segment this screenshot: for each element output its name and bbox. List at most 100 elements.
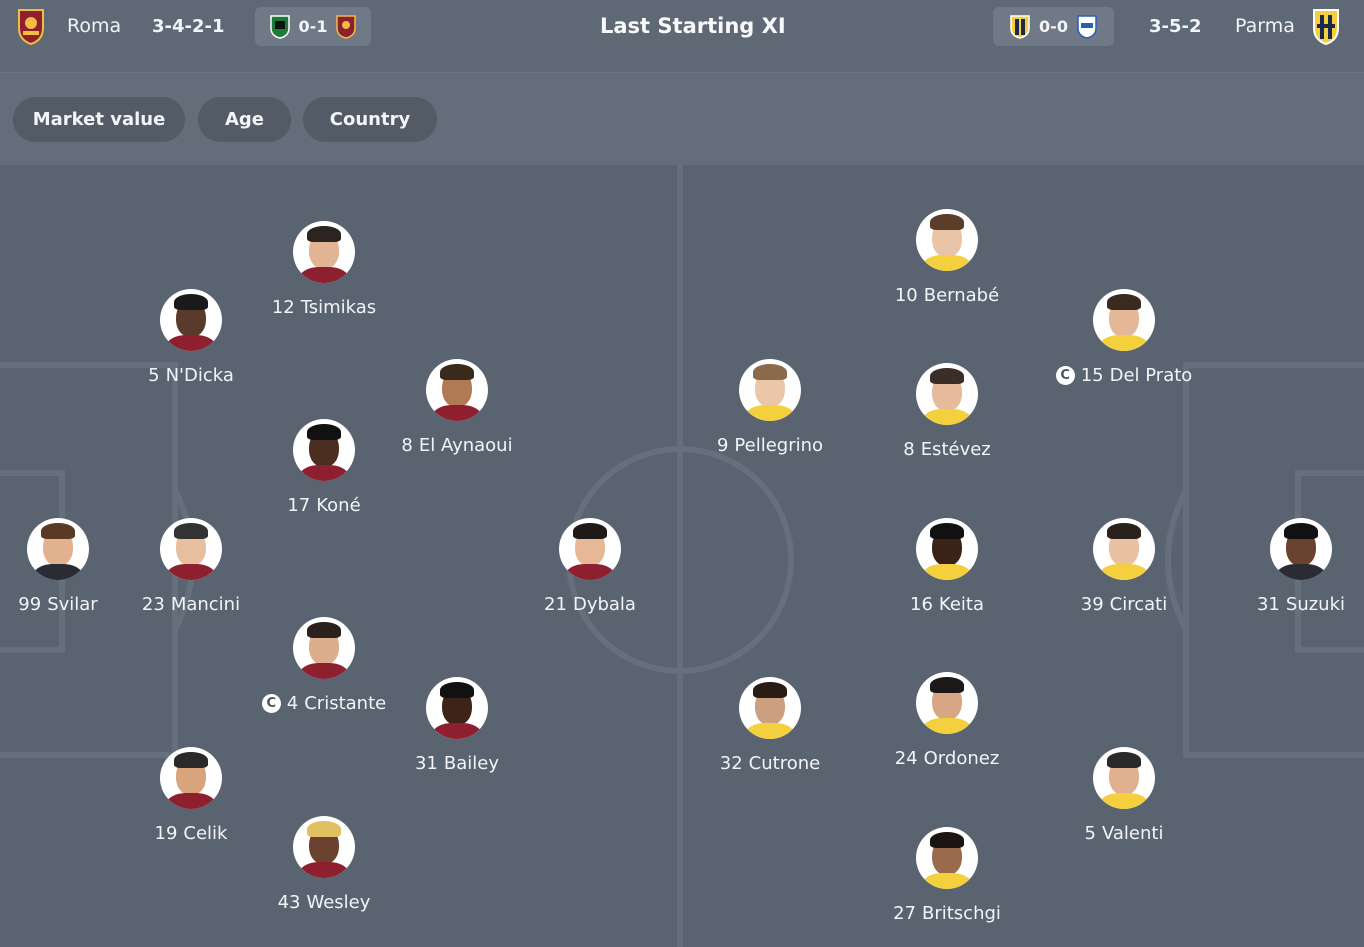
player-number: 4 (286, 693, 299, 714)
player-avatar (160, 518, 222, 580)
home-formation: 3-4-2-1 (152, 15, 225, 37)
player-home-bailey[interactable]: 31 Bailey (367, 677, 547, 774)
parma-crest-icon[interactable] (1311, 0, 1341, 52)
player-avatar (293, 419, 355, 481)
player-name: Koné (316, 495, 361, 516)
player-name: Valenti (1101, 823, 1164, 844)
match-header: Roma 3-4-2-1 0-1 Last Starting XI 0-0 3-… (0, 0, 1364, 73)
player-name: Cutrone (748, 753, 821, 774)
player-number: 39 (1080, 594, 1104, 615)
player-avatar (916, 518, 978, 580)
filter-age-button[interactable]: Age (198, 97, 291, 142)
player-avatar (916, 672, 978, 734)
filter-bar: Market value Age Country (0, 73, 1364, 165)
player-avatar (1270, 518, 1332, 580)
player-avatar (293, 221, 355, 283)
player-name: Dybala (572, 594, 636, 615)
player-number: 32 (719, 753, 743, 774)
player-name: Ordonez (923, 748, 1000, 769)
home-last-result-score: 0-1 (298, 17, 328, 36)
roma-crest-icon[interactable] (16, 0, 46, 52)
player-away-cutrone[interactable]: 32 Cutrone (680, 677, 860, 774)
como-crest-icon (1077, 14, 1097, 39)
player-number: 23 (141, 594, 165, 615)
player-name: Suzuki (1285, 594, 1346, 615)
player-avatar (426, 677, 488, 739)
away-team-name[interactable]: Parma (1235, 15, 1295, 37)
pitch: 99 Svilar 23 Mancini 5 N'Dicka 19 Celik 12 Ts… (0, 165, 1364, 947)
player-name: Keita (938, 594, 984, 615)
player-away-britschgi[interactable]: 27 Britschgi (857, 827, 1037, 924)
player-number: 21 (544, 594, 567, 615)
page-title: Last Starting XI (600, 14, 786, 38)
player-number: 19 (154, 823, 178, 844)
filter-market-value-button[interactable]: Market value (13, 97, 185, 142)
player-number: 31 (1256, 594, 1280, 615)
player-name: Bailey (443, 753, 499, 774)
player-number: 17 (287, 495, 311, 516)
player-home-tsimikas[interactable]: 12 Tsimikas (234, 221, 414, 318)
parma-mini-crest-icon (1010, 14, 1030, 39)
player-avatar (27, 518, 89, 580)
player-name: Pellegrino (734, 435, 824, 456)
away-last-result-score: 0-0 (1039, 17, 1068, 36)
player-number: 15 (1080, 365, 1104, 386)
player-number: 31 (414, 753, 438, 774)
player-away-suzuki[interactable]: 31 Suzuki (1211, 518, 1364, 615)
player-number: 12 (271, 297, 295, 318)
player-away-circati[interactable]: 39 Circati (1034, 518, 1214, 615)
player-avatar (1093, 289, 1155, 351)
home-team-name[interactable]: Roma (67, 15, 121, 37)
player-avatar (1093, 747, 1155, 809)
player-avatar (160, 747, 222, 809)
player-avatar (559, 518, 621, 580)
player-away-keita[interactable]: 16 Keita (857, 518, 1037, 615)
player-avatar (916, 363, 978, 425)
player-number: 5 (148, 365, 160, 386)
player-name: Celik (183, 823, 228, 844)
player-avatar (739, 359, 801, 421)
player-name: Estévez (920, 439, 991, 460)
player-away-del-prato[interactable]: C 15 Del Prato (1034, 289, 1214, 386)
player-name: Del Prato (1109, 365, 1193, 386)
player-name: El Aynaoui (418, 435, 513, 456)
player-away-pellegrino[interactable]: 9 Pellegrino (680, 359, 860, 456)
player-avatar (739, 677, 801, 739)
player-number: 10 (894, 285, 918, 306)
player-name: Britschgi (921, 903, 1001, 924)
away-last-result[interactable]: 0-0 (993, 7, 1114, 46)
player-avatar (916, 827, 978, 889)
player-home-el-aynaoui[interactable]: 8 El Aynaoui (367, 359, 547, 456)
player-avatar (426, 359, 488, 421)
player-avatar (1093, 518, 1155, 580)
player-home-wesley[interactable]: 43 Wesley (234, 816, 414, 913)
player-number: 5 (1084, 823, 1096, 844)
player-name: Tsimikas (300, 297, 377, 318)
player-away-ordonez[interactable]: 24 Ordonez (857, 672, 1037, 769)
player-name: N'Dicka (165, 365, 234, 386)
player-home-mancini[interactable]: 23 Mancini (101, 518, 281, 615)
player-avatar (293, 816, 355, 878)
away-formation: 3-5-2 (1149, 15, 1202, 37)
home-last-result[interactable]: 0-1 (255, 7, 371, 46)
captain-badge-icon: C (261, 694, 281, 713)
player-number: 8 (903, 439, 915, 460)
player-number: 99 (18, 594, 42, 615)
player-number: 8 (401, 435, 413, 456)
player-name: Wesley (306, 892, 371, 913)
player-number: 43 (277, 892, 301, 913)
player-name: Mancini (170, 594, 241, 615)
player-name: Svilar (47, 594, 98, 615)
roma-mini-crest-icon (336, 14, 357, 39)
player-number: 24 (894, 748, 918, 769)
player-avatar (293, 617, 355, 679)
player-avatar (160, 289, 222, 351)
player-away-estevez[interactable]: 8 Estévez (857, 363, 1037, 460)
player-home-dybala[interactable]: 21 Dybala (500, 518, 680, 615)
player-number: 27 (893, 903, 916, 924)
sassuolo-crest-icon (269, 14, 290, 39)
player-away-bernabe[interactable]: 10 Bernabé (857, 209, 1037, 306)
player-away-valenti[interactable]: 5 Valenti (1034, 747, 1214, 844)
player-name: Circati (1109, 594, 1168, 615)
filter-country-button[interactable]: Country (303, 97, 437, 142)
